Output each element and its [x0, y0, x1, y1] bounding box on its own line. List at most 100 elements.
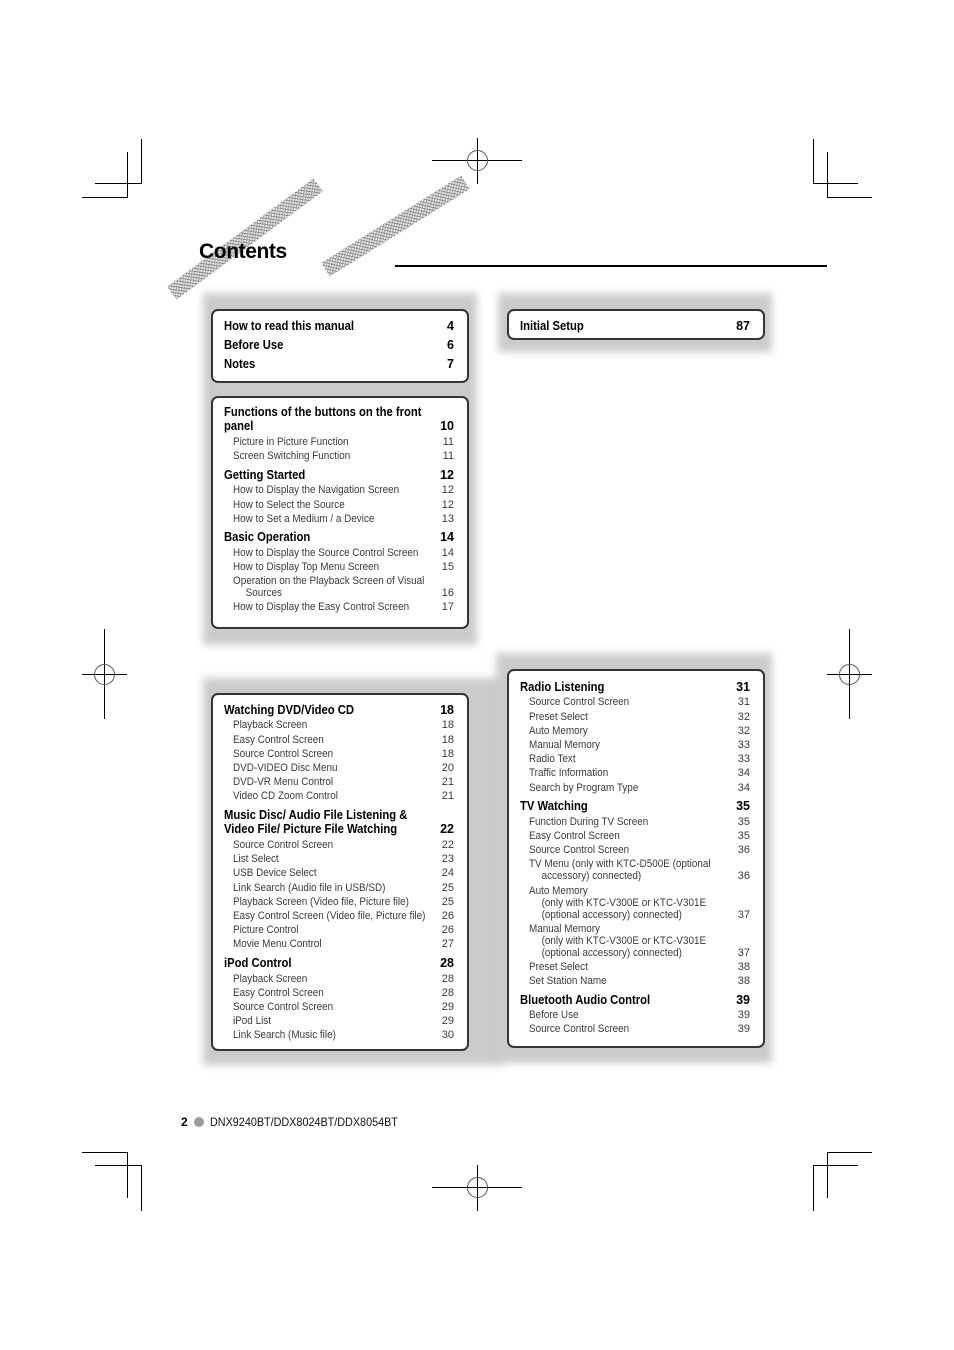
toc-subsection-entry[interactable]: Playback Screen (Video file, Picture fil… [224, 894, 454, 908]
toc-subsection-entry[interactable]: Preset Select 38 [520, 959, 750, 973]
toc-subsection-entry[interactable]: Source Control Screen 29 [224, 999, 454, 1013]
entry-title-line: Easy Control Screen [233, 733, 324, 746]
toc-section-entry[interactable]: Initial Setup 87 [520, 317, 750, 336]
entry-title: Link Search (Music file) [233, 1029, 454, 1041]
entry-title-line: List Select [233, 853, 279, 866]
toc-section-entry[interactable]: How to read this manual 4 [224, 317, 454, 336]
entry-title-line: DVD-VR Menu Control [233, 776, 334, 789]
entry-title-line: Auto Memory [529, 884, 588, 897]
toc-section-entry[interactable]: Before Use 6 [224, 336, 454, 355]
toc-subsection-entry[interactable]: Operation on the Playback Screen of Visu… [224, 573, 454, 599]
registration-circle [94, 664, 115, 685]
toc-section-entry[interactable]: TV Watching 35 [520, 799, 750, 814]
toc-subsection-entry[interactable]: How to Display the Easy Control Screen 17 [224, 599, 454, 613]
toc-subsection-entry[interactable]: Screen Switching Function 11 [224, 448, 454, 462]
toc-subsection-entry[interactable]: Video CD Zoom Control 21 [224, 788, 454, 802]
toc-subsection-entry[interactable]: Preset Select 32 [520, 708, 750, 723]
entry-page-number: 33 [737, 753, 750, 766]
entry-title-line: Radio Text [529, 753, 576, 766]
toc-subsection-entry[interactable]: Manual Memory 33 [520, 737, 750, 751]
toc-subsection-entry[interactable]: How to Display the Source Control Screen… [224, 545, 454, 559]
toc-subsection-entry[interactable]: Easy Control Screen 18 [224, 731, 454, 746]
toc-section-entry[interactable]: Functions of the buttons on the front pan… [224, 405, 454, 434]
entry-title: Link Search (Audio file in USB/SD) [233, 882, 454, 894]
entry-title-line: Easy Control Screen [529, 829, 620, 842]
toc-section-entry[interactable]: Bluetooth Audio Control 39 [520, 993, 750, 1008]
entry-page-number: 15 [441, 561, 454, 574]
entry-title: How to Select the Source [233, 499, 454, 511]
toc-subsection-entry[interactable]: Source Control Screen 31 [520, 694, 750, 708]
entry-page-number: 24 [441, 867, 454, 880]
toc-section-entry[interactable]: Notes 7 [224, 355, 454, 374]
entry-title-line: iPod List [233, 1015, 271, 1028]
toc-subsection-entry[interactable]: Radio Text 33 [520, 751, 750, 765]
toc-section-entry[interactable]: Watching DVD/Video CD 18 [224, 703, 454, 718]
toc-section-entry[interactable]: Getting Started 12 [224, 468, 454, 483]
entry-page-number: 33 [737, 739, 750, 752]
toc-subsection-entry[interactable]: Link Search (Music file) 30 [224, 1027, 454, 1041]
toc-subsection-entry[interactable]: Playback Screen 18 [224, 717, 454, 731]
toc-subsection-entry[interactable]: DVD-VR Menu Control 21 [224, 774, 454, 788]
entry-page-number: 36 [737, 844, 750, 857]
toc-subsection-entry[interactable]: Picture Control 26 [224, 922, 454, 936]
toc-subsection-entry[interactable]: Source Control Screen 18 [224, 746, 454, 760]
entry-title: Set Station Name [529, 975, 750, 987]
toc-subsection-entry[interactable]: Easy Control Screen 35 [520, 828, 750, 842]
entry-page-number: 36 [737, 870, 750, 883]
toc-subsection-entry[interactable]: How to Select the Source 12 [224, 496, 454, 511]
toc-subsection-entry[interactable]: iPod List 29 [224, 1013, 454, 1027]
toc-section-entry[interactable]: Basic Operation 14 [224, 530, 454, 545]
toc-subsection-entry[interactable]: Search by Program Type 34 [520, 779, 750, 794]
toc-subsection-entry[interactable]: Easy Control Screen (Video file, Picture… [224, 908, 454, 922]
toc-subsection-entry[interactable]: How to Display the Navigation Screen 12 [224, 482, 454, 496]
toc-subsection-entry[interactable]: Source Control Screen 39 [520, 1021, 750, 1035]
toc-section-entry[interactable]: Radio Listening 31 [520, 680, 750, 695]
entry-title: Function During TV Screen [529, 816, 750, 828]
entry-page-number: 31 [736, 679, 750, 694]
toc-subsection-entry[interactable]: Movie Menu Control 27 [224, 936, 454, 950]
entry-title: Playback Screen (Video file, Picture fil… [233, 896, 454, 908]
entry-title-line: Link Search (Music file) [233, 1029, 336, 1042]
entry-title: DVD-VR Menu Control [233, 776, 454, 788]
toc-subsection-entry[interactable]: List Select 23 [224, 851, 454, 865]
toc-subsection-entry[interactable]: How to Display Top Menu Screen 15 [224, 559, 454, 573]
entry-title-line: Preset Select [529, 960, 588, 973]
entry-title: Before Use [529, 1009, 750, 1021]
entry-title: Radio Text [529, 753, 750, 765]
entry-title: How to Display the Navigation Screen [233, 484, 454, 496]
toc-subsection-entry[interactable]: Function During TV Screen 35 [520, 814, 750, 828]
entry-title: Bluetooth Audio Control [520, 993, 750, 1008]
toc-subsection-entry[interactable]: Auto Memory 32 [520, 723, 750, 737]
entry-title: Source Control Screen [529, 696, 750, 708]
entry-title: Playback Screen [233, 973, 454, 985]
toc-subsection-entry[interactable]: Traffic Information 34 [520, 765, 750, 779]
toc-subsection-entry[interactable]: Link Search (Audio file in USB/SD) 25 [224, 879, 454, 894]
entry-title-line: TV Watching [520, 799, 588, 814]
decorative-hatched-band [321, 175, 470, 277]
entry-title: USB Device Select [233, 867, 454, 879]
toc-subsection-entry[interactable]: Easy Control Screen 28 [224, 985, 454, 999]
entry-title: Easy Control Screen [529, 830, 750, 842]
toc-subsection-entry[interactable]: Before Use 39 [520, 1007, 750, 1021]
toc-subsection-entry[interactable]: TV Menu (only with KTC-D500E (optional ac… [520, 856, 750, 882]
toc-subsection-entry[interactable]: Picture in Picture Function 11 [224, 434, 454, 448]
entry-title: Preset Select [529, 711, 750, 723]
toc-subsection-entry[interactable]: How to Set a Medium / a Device 13 [224, 511, 454, 525]
toc-subsection-entry[interactable]: Set Station Name 38 [520, 973, 750, 987]
entry-title-line: How to Set a Medium / a Device [233, 512, 375, 525]
toc-subsection-entry[interactable]: USB Device Select 24 [224, 865, 454, 879]
toc-section-entry[interactable]: iPod Control 28 [224, 956, 454, 971]
toc-subsection-entry[interactable]: Source Control Screen 22 [224, 837, 454, 851]
toc-section-entry[interactable]: Music Disc/ Audio File Listening & Video … [224, 808, 454, 837]
entry-title: Source Control Screen [529, 844, 750, 856]
toc-subsection-entry[interactable]: Source Control Screen 36 [520, 842, 750, 856]
entry-title: Picture in Picture Function [233, 436, 454, 448]
entry-page-number: 18 [440, 702, 454, 717]
toc-subsection-entry[interactable]: Auto Memory (only with KTC-V300E or KTC-V… [520, 882, 750, 921]
toc-subsection-entry[interactable]: DVD-VIDEO Disc Menu 20 [224, 760, 454, 774]
entry-title-line: Basic Operation [224, 530, 311, 545]
toc-subsection-entry[interactable]: Manual Memory (only with KTC-V300E or KTC… [520, 921, 750, 959]
entry-title: TV Menu (only with KTC-D500E (optional ac… [529, 858, 750, 882]
entry-title-line: How to Display the Source Control Screen [233, 546, 419, 559]
toc-subsection-entry[interactable]: Playback Screen 28 [224, 970, 454, 985]
